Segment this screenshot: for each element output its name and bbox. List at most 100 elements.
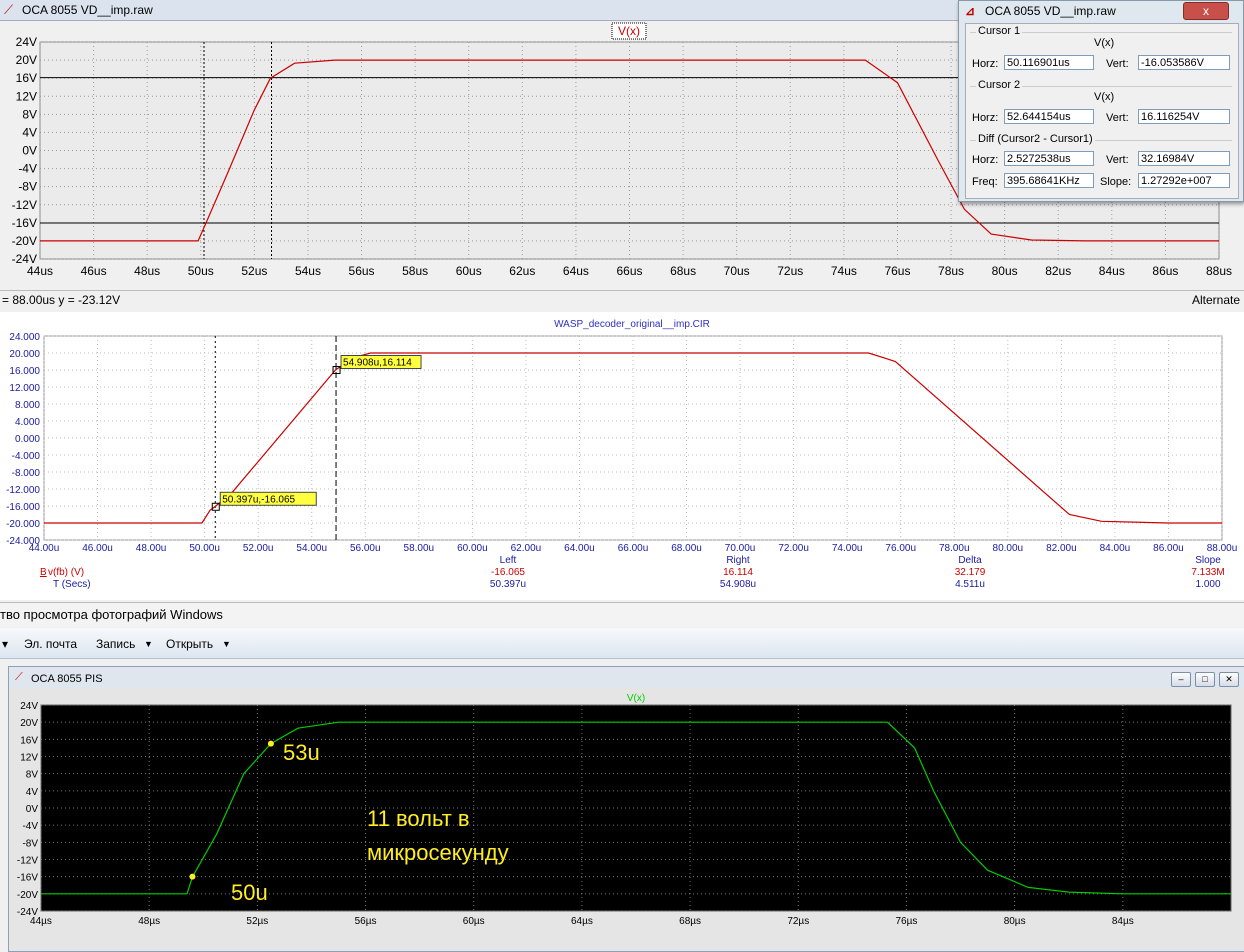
photo-viewer-toolbar: ▾ Эл. почта Запись ▼ Открыть ▼ xyxy=(0,628,1244,659)
plot2-xtick: 74.00u xyxy=(832,543,863,554)
diff-vert-field[interactable]: 32.16984V xyxy=(1138,151,1230,166)
plot2-xtick: 80.00u xyxy=(993,543,1024,554)
plot2-xtick: 86.00u xyxy=(1153,543,1184,554)
plot2-title: WASP_decoder_original__imp.CIR xyxy=(554,319,710,330)
plot2-xtick: 64.00u xyxy=(564,543,595,554)
plot2-xtick: 72.00u xyxy=(778,543,809,554)
diff-slope-field[interactable]: 1.27292e+007 xyxy=(1138,173,1230,188)
plot1-xtick: 58us xyxy=(402,264,428,278)
row2-value: 50.397u xyxy=(490,579,526,590)
plot2-xtick: 56.00u xyxy=(350,543,381,554)
cursor-window-body: Cursor 1 V(x) Horz: 50.116901us Vert: -1… xyxy=(965,23,1239,199)
plot3-xtick: 76µs xyxy=(896,916,918,927)
plot1-xtick: 54us xyxy=(295,264,321,278)
annotation-text-line1: 11 вольт в xyxy=(367,806,470,831)
cursor1-trace: V(x) xyxy=(1094,37,1115,49)
menu-arrow-icon[interactable]: ▾ xyxy=(2,637,8,651)
plot3-ytick: -8V xyxy=(22,838,38,849)
close-button[interactable]: x xyxy=(1183,2,1229,20)
plot3-ytick: 4V xyxy=(26,787,39,798)
toolbar-open[interactable]: Открыть xyxy=(166,637,213,651)
plot3-ytick: 0V xyxy=(26,804,39,815)
plot3-xtick: 44µs xyxy=(30,916,52,927)
diff-freq-field[interactable]: 395.68641KHz xyxy=(1004,173,1094,188)
plot3-xtick: 72µs xyxy=(787,916,809,927)
plot3-xtick: 84µs xyxy=(1112,916,1134,927)
plot2[interactable]: WASP_decoder_original__imp.CIR 24.000 20.0… xyxy=(0,312,1244,600)
annotation-53u: 53u xyxy=(283,740,320,765)
plot1-ytick: 4V xyxy=(22,125,37,139)
cursor-window[interactable]: ⊿ OCA 8055 VD__imp.raw x Cursor 1 V(x) H… xyxy=(958,0,1244,202)
plot2-ytick: 16.000 xyxy=(9,366,40,377)
photo-viewer-title: тво просмотра фотографий Windows xyxy=(0,607,223,622)
plot2-xtick: 70.00u xyxy=(725,543,756,554)
diff-horz-label: Horz: xyxy=(972,154,999,166)
chevron-down-icon[interactable]: ▼ xyxy=(222,639,231,649)
toolbar-email[interactable]: Эл. почта xyxy=(24,637,77,651)
plot2-xtick: 50.00u xyxy=(189,543,220,554)
plot2-xtick: 68.00u xyxy=(671,543,702,554)
cursor2-group: Cursor 2 V(x) Horz: 52.644154us Vert: 16… xyxy=(970,79,1232,137)
cursor-window-title: OCA 8055 VD__imp.raw xyxy=(985,4,1116,18)
diff-horz-field[interactable]: 2.5272538us xyxy=(1004,151,1094,166)
plot2-ytick: -20.000 xyxy=(6,519,40,530)
row2-label: T (Secs) xyxy=(53,579,91,590)
plot1-xtick: 66us xyxy=(616,264,642,278)
minimize-button[interactable]: – xyxy=(1171,672,1191,687)
cursor2-vert-label: Vert: xyxy=(1106,112,1129,124)
plot3[interactable]: 24V20V16V12V8V4V0V-4V-8V-12V-16V-20V-24V… xyxy=(9,688,1244,950)
plot1-ytick: -20V xyxy=(12,234,37,248)
toolbar-record[interactable]: Запись xyxy=(96,637,135,651)
plot1-xtick: 50us xyxy=(188,264,214,278)
plot2-xtick: 88.00u xyxy=(1207,543,1238,554)
plot2-xtick: 66.00u xyxy=(618,543,649,554)
plot2-xtick: 48.00u xyxy=(136,543,167,554)
maximize-button[interactable]: □ xyxy=(1195,672,1215,687)
plot3-ytick: -4V xyxy=(22,821,38,832)
cursor-window-titlebar[interactable]: ⊿ OCA 8055 VD__imp.raw x xyxy=(959,1,1243,21)
plot2-ytick: 20.000 xyxy=(9,349,40,360)
plot1-statusbar: = 88.00us y = -23.12V Alternate xyxy=(0,290,1244,309)
plot1-xtick: 82us xyxy=(1045,264,1071,278)
plot1-xtick: 46us xyxy=(81,264,107,278)
plot1-xtick: 68us xyxy=(670,264,696,278)
plot1-xtick: 48us xyxy=(134,264,160,278)
plot2-xtick: 46.00u xyxy=(82,543,113,554)
plot1-xtick: 52us xyxy=(241,264,267,278)
cursor1-vert-field[interactable]: -16.053586V xyxy=(1138,55,1230,70)
row1-value: 16.114 xyxy=(723,567,753,578)
table-header: Right xyxy=(726,555,750,566)
cursor2-horz-field[interactable]: 52.644154us xyxy=(1004,109,1094,124)
close-button[interactable]: ✕ xyxy=(1219,672,1239,687)
diff-slope-label: Slope: xyxy=(1100,176,1132,188)
plot1-ytick: 16V xyxy=(16,71,37,85)
app-icon: ⟋ xyxy=(4,2,14,17)
point-53u xyxy=(267,740,274,747)
plot2-xtick: 78.00u xyxy=(939,543,970,554)
diff-label: Diff (Cursor2 - Cursor1) xyxy=(976,133,1095,145)
plot2-xtick: 82.00u xyxy=(1046,543,1077,554)
plot2-ytick: 8.000 xyxy=(15,400,40,411)
row2-value: 54.908u xyxy=(720,579,756,590)
cursor2-vert-field[interactable]: 16.116254V xyxy=(1138,109,1230,124)
plot3-ytick: -16V xyxy=(17,873,38,884)
plot3-xtick: 64µs xyxy=(571,916,593,927)
chevron-down-icon[interactable]: ▼ xyxy=(144,639,153,649)
plot3-ytick: 24V xyxy=(20,701,38,712)
marker1-label: 50.397u,-16.065 xyxy=(222,494,295,505)
table-header: Left xyxy=(500,555,517,566)
inner-window-titlebar: ⟋ OCA 8055 PIS – □ ✕ xyxy=(9,667,1244,689)
plot2-ytick: 24.000 xyxy=(9,332,40,343)
plot2-xtick: 52.00u xyxy=(243,543,274,554)
inner-window-title: OCA 8055 PIS xyxy=(31,673,103,685)
photo-viewer-titlebar: тво просмотра фотографий Windows xyxy=(0,602,1244,627)
plot1-ytick: 8V xyxy=(22,107,37,121)
plot3-xtick: 80µs xyxy=(1004,916,1026,927)
plot1-ytick: 24V xyxy=(16,35,37,49)
cursor1-horz-field[interactable]: 50.116901us xyxy=(1004,55,1094,70)
plot1-xtick: 74us xyxy=(831,264,857,278)
cursor2-trace: V(x) xyxy=(1094,91,1115,103)
plot1-xtick: 86us xyxy=(1152,264,1178,278)
plot3-xtick: 52µs xyxy=(246,916,268,927)
plot1-xtick: 64us xyxy=(563,264,589,278)
